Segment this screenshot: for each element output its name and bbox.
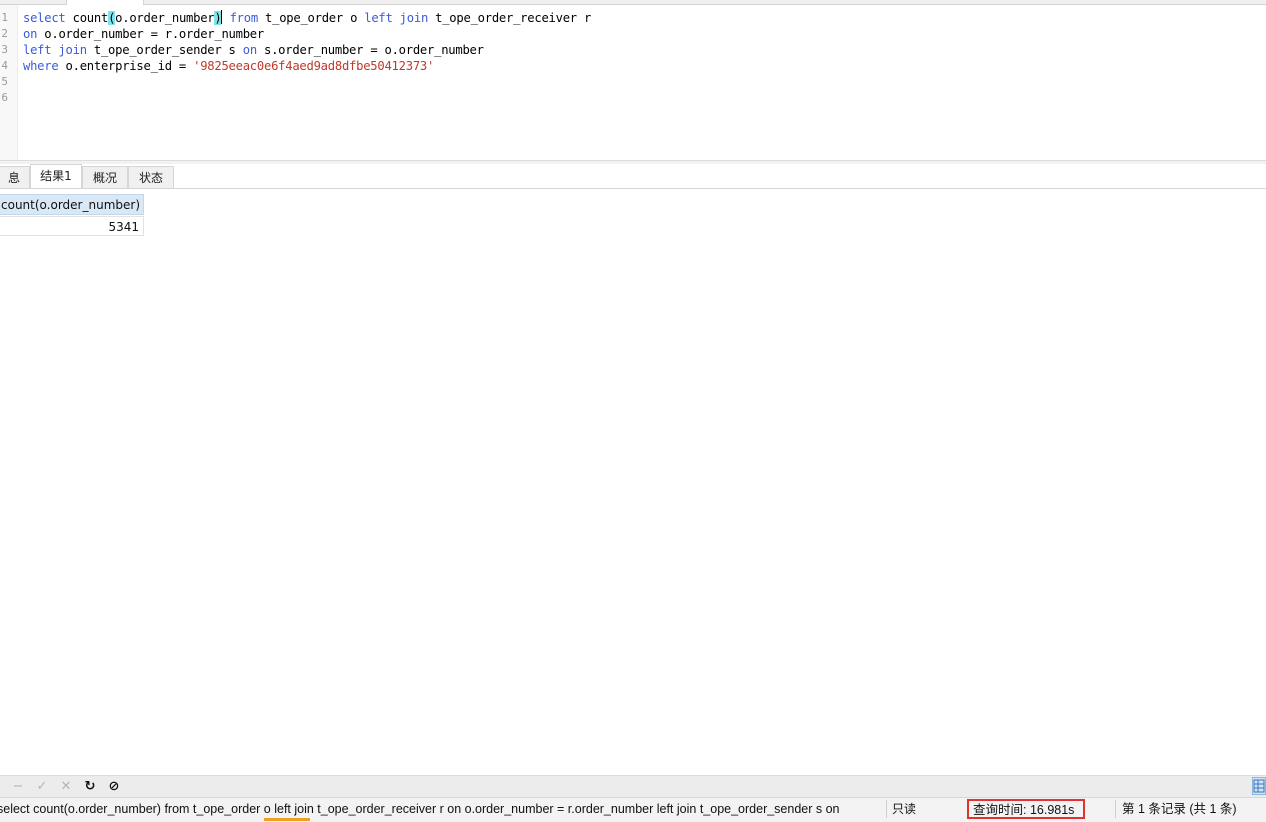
sql-text: t_ope_order o (257, 11, 365, 25)
sql-keyword: select (23, 11, 66, 25)
line-number: 1 (1, 11, 8, 24)
sql-string: '9825eeac0e6f4aed9ad8dfbe50412373' (193, 59, 435, 73)
tab-status-label: 状态 (138, 171, 163, 185)
line-number-gutter: 1 2 3 4 5 6 (0, 5, 18, 160)
sql-keyword: from (229, 11, 259, 25)
code-line[interactable]: where o.enterprise_id = '9825eeac0e6f4ae… (23, 58, 434, 74)
tab-result1[interactable]: 结果1 (30, 164, 82, 188)
close-icon[interactable]: ✕ (57, 778, 75, 796)
tab-overview[interactable]: 概况 (82, 166, 128, 188)
tab-message[interactable]: 息 (0, 166, 30, 188)
line-number: 5 (1, 75, 8, 88)
line-number: 2 (1, 27, 8, 40)
sql-keyword: left join (364, 11, 429, 25)
tab-result1-label: 结果1 (40, 169, 72, 183)
sql-keyword: left join (23, 43, 87, 57)
sql-text: o.order_number = r.order_number (37, 27, 264, 41)
sql-keyword: on (23, 27, 38, 41)
code-line[interactable]: left join t_ope_order_sender s on s.orde… (23, 42, 484, 58)
tab-status[interactable]: 状态 (128, 166, 174, 188)
tab-overview-label: 概况 (92, 171, 117, 185)
sql-keyword: where (23, 59, 59, 73)
sql-text: s.order_number = o.order_number (256, 43, 484, 57)
sql-text: o.enterprise_id = (58, 59, 194, 73)
table-cell[interactable]: 5341 (0, 216, 144, 236)
status-record-count: 第 1 条记录 (共 1 条) (1122, 802, 1237, 816)
tab-message-label: 息 (7, 171, 20, 185)
status-readonly: 只读 (892, 802, 917, 816)
sql-editor[interactable]: 1 2 3 4 5 6 select count(o.order_number)… (0, 5, 1266, 160)
code-line[interactable]: select count(o.order_number) from t_ope_… (23, 10, 591, 26)
column-header[interactable]: count(o.order_number) (0, 194, 144, 215)
status-divider (1115, 800, 1116, 818)
status-query-time: 查询时间: 16.981s (967, 799, 1085, 819)
status-query-text: select count(o.order_number) from t_ope_… (0, 802, 840, 816)
result-tab-bar: 息 结果1 概况 状态 (0, 164, 1266, 189)
sql-text: count (65, 11, 109, 25)
sql-text: t_ope_order_sender s (86, 43, 243, 57)
line-number: 3 (1, 43, 8, 56)
status-bar: select count(o.order_number) from t_ope_… (0, 797, 1266, 822)
check-icon[interactable]: ✓ (33, 778, 51, 796)
line-number: 6 (1, 91, 8, 104)
grid-view-icon[interactable] (1252, 777, 1266, 795)
grid-toolbar: − ✓ ✕ ↻ ⊘ (0, 775, 1266, 798)
line-number: 4 (1, 59, 8, 72)
sql-text: o.order_number (115, 11, 215, 25)
matched-bracket: ) (214, 11, 222, 25)
sql-text: t_ope_order_receiver r (428, 11, 592, 25)
code-line[interactable]: on o.order_number = r.order_number (23, 26, 264, 42)
status-divider (886, 800, 887, 818)
minus-icon[interactable]: − (9, 778, 27, 796)
refresh-icon[interactable]: ↻ (81, 778, 99, 796)
sql-keyword: on (242, 43, 257, 57)
stop-icon[interactable]: ⊘ (105, 778, 123, 796)
